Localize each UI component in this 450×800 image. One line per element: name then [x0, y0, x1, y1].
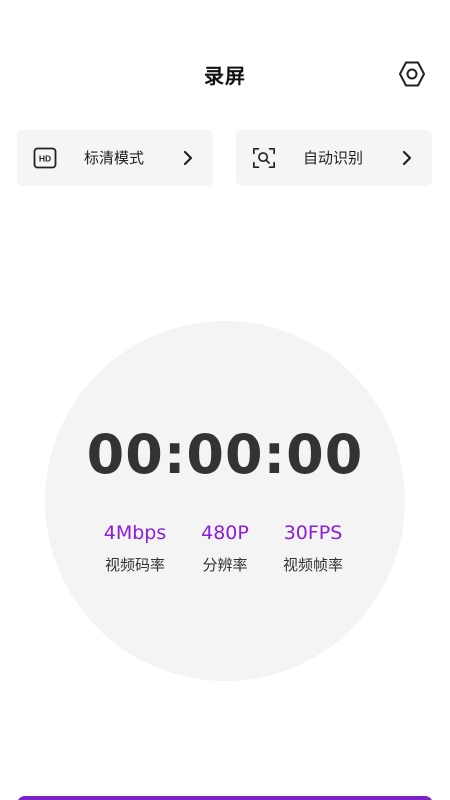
hd-badge-icon: HD	[33, 146, 57, 170]
hexagon-settings-icon	[399, 61, 425, 87]
framerate-stat: 30FPS 视频帧率	[258, 519, 368, 575]
header: 录屏	[0, 52, 450, 96]
chevron-right-icon	[400, 149, 414, 167]
recording-dial: 00:00:00 4Mbps 视频码率 480P 分辨率 30FPS 视频帧率	[45, 321, 405, 681]
start-recording-button[interactable]	[17, 796, 433, 800]
auto-detect-label: 自动识别	[303, 149, 364, 167]
svg-text:HD: HD	[39, 154, 51, 164]
screen-recorder-page: 录屏 HD 标清模式 自动识别 00:00:00 4Mbps 视频码率 480P…	[0, 0, 450, 800]
quality-mode-button[interactable]: HD 标清模式	[17, 130, 213, 186]
quality-mode-label: 标清模式	[84, 149, 145, 167]
framerate-label: 视频帧率	[282, 556, 343, 574]
auto-detect-button[interactable]: 自动识别	[236, 130, 432, 186]
page-title: 录屏	[204, 64, 246, 88]
recording-timer: 00:00:00	[86, 423, 364, 486]
framerate-value: 30FPS	[283, 522, 343, 544]
scan-search-icon	[252, 146, 276, 170]
chevron-right-icon	[181, 149, 195, 167]
settings-button[interactable]	[396, 58, 428, 90]
